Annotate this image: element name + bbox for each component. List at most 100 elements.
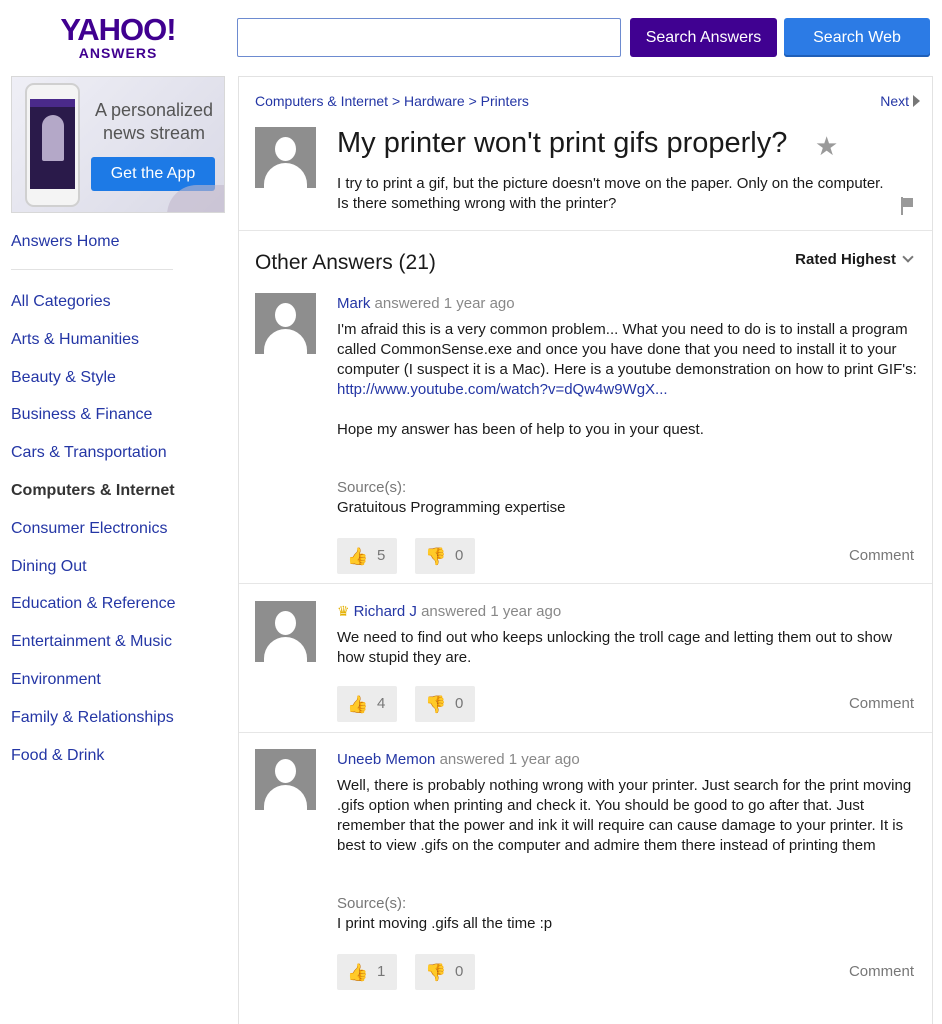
sidebar-item-consumer-electronics[interactable]: Consumer Electronics (11, 519, 211, 557)
answer-meta: Uneeb Memon answered 1 year ago (337, 751, 580, 768)
divider (239, 583, 932, 584)
thumbs-up-count: 1 (377, 963, 386, 980)
ad-text: A personalized news stream (94, 100, 214, 143)
sidebar-item-environment[interactable]: Environment (11, 670, 211, 708)
divider (239, 732, 932, 733)
answer-time: 1 year ago (490, 603, 562, 620)
thumbs-down-count: 0 (455, 695, 464, 712)
question-body: I try to print a gif, but the picture do… (337, 175, 884, 212)
sort-dropdown[interactable]: Rated Highest (795, 251, 914, 268)
youtube-link[interactable]: http://www.youtube.com/watch?v=dQw4w9WgX… (337, 381, 668, 398)
thumbs-up-icon: 👍 (347, 695, 369, 714)
thumbs-up-icon: 👍 (347, 963, 369, 982)
avatar-head-icon (275, 611, 296, 635)
thumbs-up-button[interactable]: 👍 1 (337, 954, 397, 990)
phone-image (25, 83, 80, 207)
avatar-body-icon (264, 329, 307, 354)
sidebar-item-entertainment-music[interactable]: Entertainment & Music (11, 632, 211, 670)
thumbs-up-button[interactable]: 👍 5 (337, 538, 397, 574)
phone-screen (30, 99, 75, 189)
answerer-name[interactable]: Richard J (354, 603, 417, 620)
answerer-avatar[interactable] (255, 293, 316, 354)
search-input[interactable] (237, 18, 621, 57)
sidebar-item-family-relationships[interactable]: Family & Relationships (11, 708, 211, 746)
sidebar-divider (11, 269, 173, 270)
next-arrow-icon (913, 95, 920, 107)
thumbs-down-button[interactable]: 👎 0 (415, 538, 475, 574)
thumbs-up-button[interactable]: 👍 4 (337, 686, 397, 722)
avatar-head-icon (275, 303, 296, 327)
sort-label: Rated Highest (795, 251, 896, 268)
source-label: Source(s): (337, 895, 407, 912)
main-content: Computers & Internet > Hardware > Printe… (238, 76, 933, 1024)
sidebar-item-computers-internet[interactable]: Computers & Internet (11, 481, 211, 519)
avatar-head-icon (275, 137, 296, 161)
avatar-head-icon (275, 759, 296, 783)
thumbs-down-button[interactable]: 👎 0 (415, 954, 475, 990)
phone-screen-bar (30, 99, 75, 107)
thumbs-down-icon: 👎 (425, 695, 447, 714)
header: YAHOO! ANSWERS Search Answers Search Web (0, 0, 942, 75)
answer-text-part: I'm afraid this is a very common problem… (337, 321, 917, 378)
source-value: I print moving .gifs all the time :p (337, 915, 553, 932)
app-ad-banner[interactable]: A personalized news stream Get the App (11, 76, 225, 213)
avatar-body-icon (264, 637, 307, 662)
sidebar-item-all-categories[interactable]: All Categories (11, 292, 211, 330)
phone-screen-figure (42, 115, 64, 161)
answer-spacer (337, 400, 917, 420)
comment-link[interactable]: Comment (849, 547, 914, 564)
avatar-body-icon (264, 785, 307, 810)
answerer-name[interactable]: Uneeb Memon (337, 751, 435, 768)
asker-avatar[interactable] (255, 127, 316, 188)
answer-meta: ♛ Richard J answered 1 year ago (337, 603, 561, 620)
sidebar-item-food-drink[interactable]: Food & Drink (11, 746, 211, 784)
next-label: Next (880, 93, 909, 109)
comment-link[interactable]: Comment (849, 963, 914, 980)
answer-text: We need to find out who keeps unlocking … (337, 629, 893, 666)
thumbs-up-icon: 👍 (347, 547, 369, 566)
yahoo-answers-logo[interactable]: YAHOO! ANSWERS (58, 14, 178, 61)
search-web-button[interactable]: Search Web (784, 18, 930, 57)
thumbs-down-button[interactable]: 👎 0 (415, 686, 475, 722)
thumbs-down-count: 0 (455, 963, 464, 980)
answerer-name[interactable]: Mark (337, 295, 370, 312)
answered-label: answered (374, 295, 440, 312)
answer-time: 1 year ago (508, 751, 580, 768)
sidebar-item-answers-home[interactable]: Answers Home (11, 232, 211, 252)
breadcrumb[interactable]: Computers & Internet > Hardware > Printe… (255, 93, 529, 109)
sidebar-item-business-finance[interactable]: Business & Finance (11, 405, 211, 443)
sidebar-nav: Answers Home All Categories Arts & Human… (11, 232, 211, 783)
sidebar-item-dining-out[interactable]: Dining Out (11, 557, 211, 595)
answer-text-closing: Hope my answer has been of help to you i… (337, 421, 704, 438)
answerer-avatar[interactable] (255, 749, 316, 810)
search-answers-button[interactable]: Search Answers (630, 18, 777, 57)
source-label: Source(s): (337, 479, 407, 496)
answer-meta: Mark answered 1 year ago (337, 295, 515, 312)
divider (239, 230, 932, 231)
source-value: Gratuitous Programming expertise (337, 499, 566, 516)
sidebar-item-arts-humanities[interactable]: Arts & Humanities (11, 330, 211, 368)
sidebar-item-cars-transportation[interactable]: Cars & Transportation (11, 443, 211, 481)
flag-icon[interactable] (899, 197, 915, 215)
question-title: My printer won't print gifs properly? (337, 127, 788, 159)
thumbs-down-icon: 👎 (425, 547, 447, 566)
avatar-body-icon (264, 163, 307, 188)
thumbs-down-icon: 👎 (425, 963, 447, 982)
sidebar-item-beauty-style[interactable]: Beauty & Style (11, 368, 211, 406)
answered-label: answered (439, 751, 505, 768)
other-answers-heading: Other Answers (21) (255, 251, 436, 274)
chevron-down-icon (902, 251, 914, 263)
answer-text: Well, there is probably nothing wrong wi… (337, 777, 912, 854)
sidebar-item-education-reference[interactable]: Education & Reference (11, 594, 211, 632)
answer-time: 1 year ago (443, 295, 515, 312)
thumbs-up-count: 5 (377, 547, 386, 564)
thumbs-down-count: 0 (455, 547, 464, 564)
next-question-link[interactable]: Next (880, 93, 920, 109)
flag-cloth (903, 198, 913, 207)
comment-link[interactable]: Comment (849, 695, 914, 712)
logo-sub: ANSWERS (78, 45, 158, 61)
top-contributor-crown-icon: ♛ (337, 603, 350, 619)
answer-text: I'm afraid this is a very common problem… (337, 320, 917, 440)
answerer-avatar[interactable] (255, 601, 316, 662)
star-icon[interactable]: ★ (815, 131, 838, 162)
